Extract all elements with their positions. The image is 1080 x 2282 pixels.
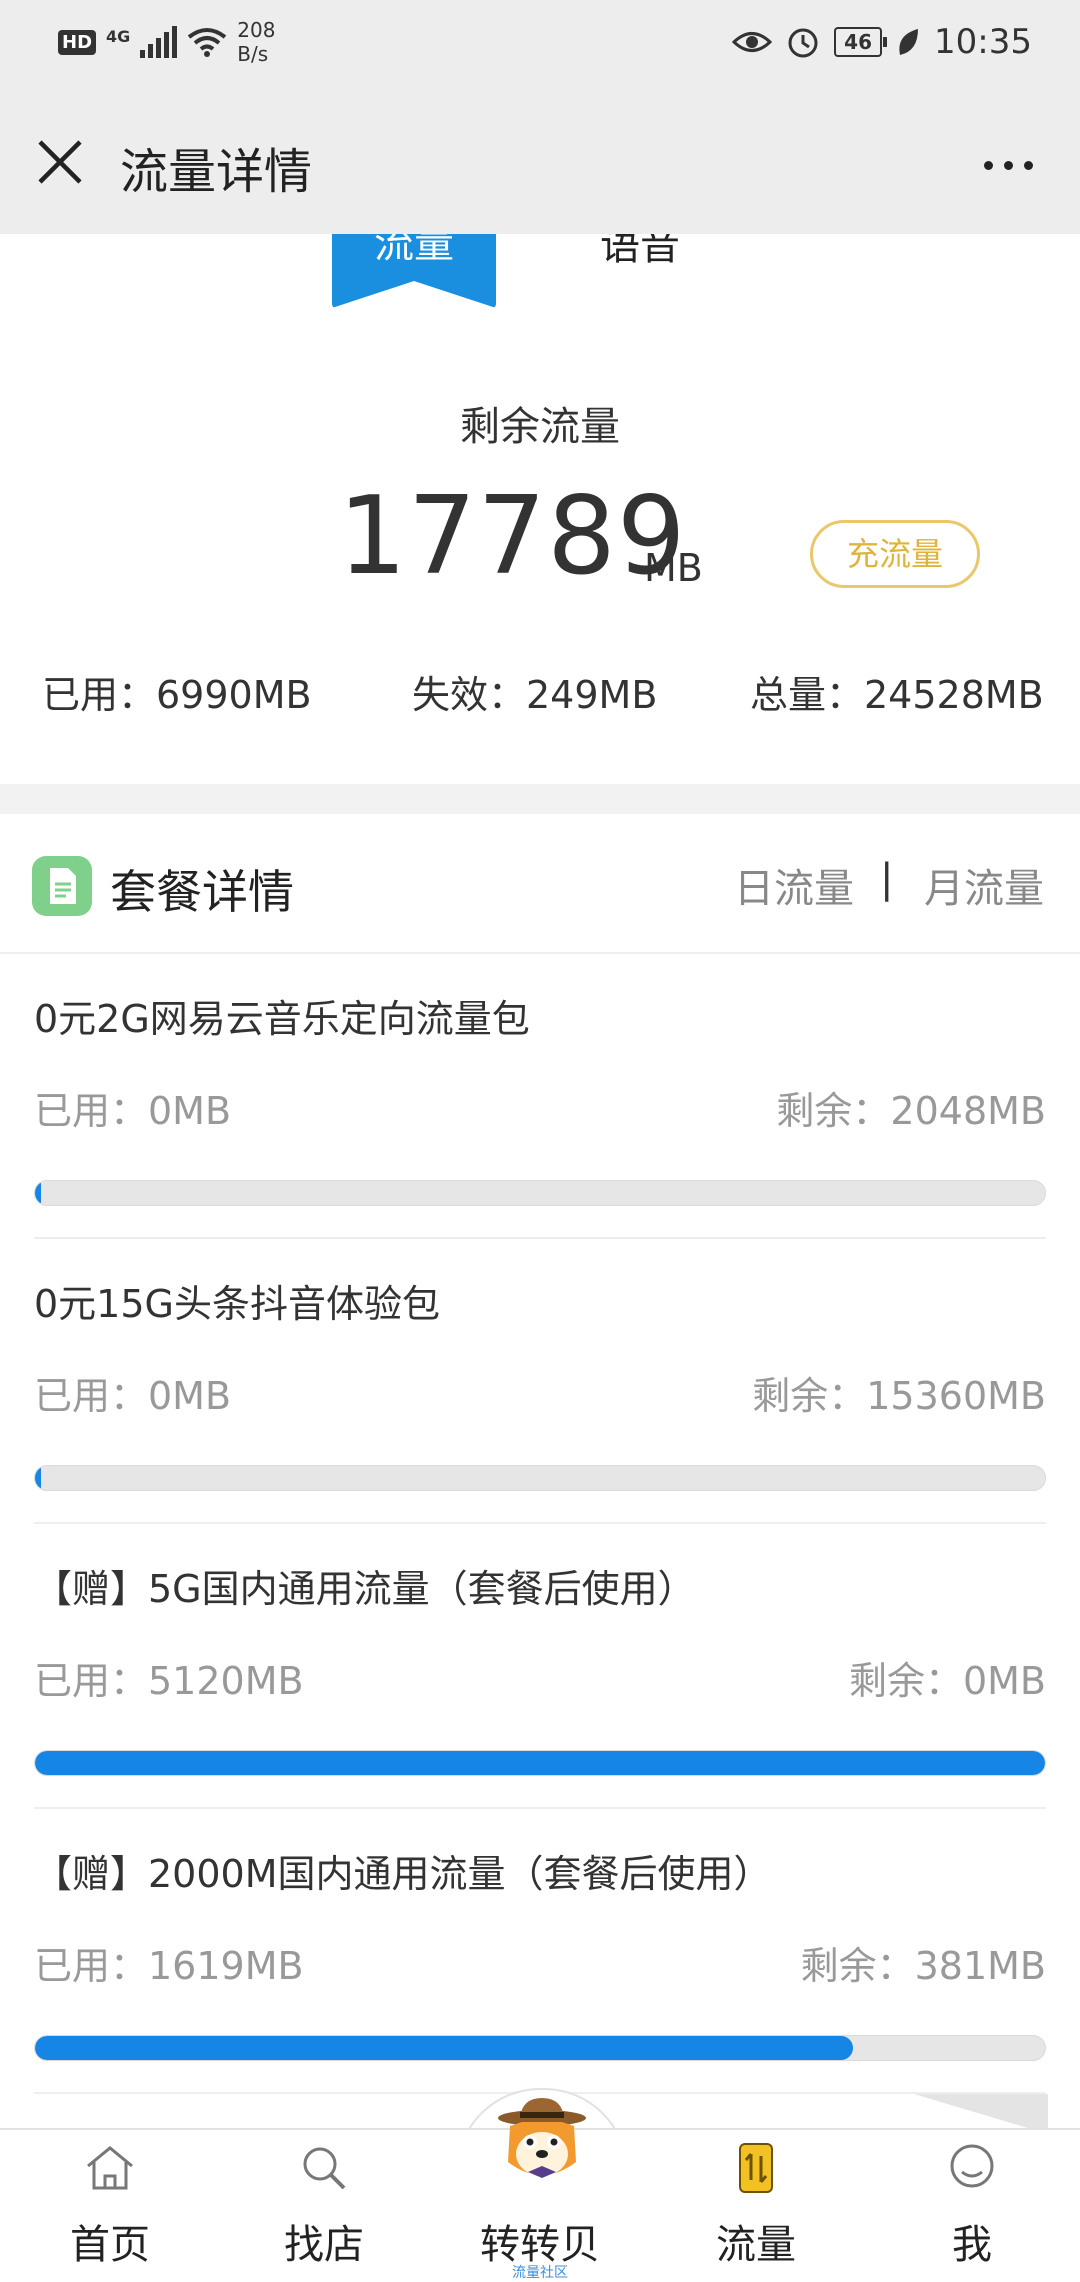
package-item: 0元2G网易云音乐定向流量包 已用：0MB 剩余：2048MB bbox=[34, 952, 1046, 1239]
usage-progress-fill bbox=[35, 1466, 41, 1490]
recharge-button[interactable]: 充流量 bbox=[810, 520, 980, 588]
status-bar: HD 4G 208 B/s 46 10:35 bbox=[0, 0, 1080, 92]
used-stat: 已用：6990MB bbox=[42, 673, 312, 717]
remaining-value: 17789 bbox=[338, 474, 687, 599]
tab-daily-flow[interactable]: 日流量 bbox=[734, 856, 854, 914]
usage-progress-fill bbox=[35, 2036, 854, 2060]
package-name: 【赠】5G国内通用流量（套餐后使用） bbox=[34, 1567, 696, 1611]
package-remaining: 剩余：381MB bbox=[800, 1944, 1046, 1988]
mascot-icon[interactable] bbox=[492, 2096, 592, 2188]
usage-progress-fill bbox=[35, 1181, 41, 1205]
package-item: 【赠】5G国内通用流量（套餐后使用） 已用：5120MB 剩余：0MB bbox=[34, 1522, 1046, 1809]
home-icon bbox=[87, 2146, 133, 2190]
usage-progress-bar bbox=[34, 2035, 1046, 2061]
package-card: 套餐详情 日流量 | 月流量 0元2G网易云音乐定向流量包 已用：0MB 剩余：… bbox=[0, 814, 1080, 2130]
package-title: 套餐详情 bbox=[110, 865, 294, 919]
package-used: 已用：5120MB bbox=[34, 1659, 304, 1703]
summary-card: 流量 语音 剩余流量 17789 MB 充流量 已用：6990MB 失效：249… bbox=[0, 234, 1080, 784]
signal-icon bbox=[140, 26, 178, 58]
tab-voice[interactable]: 语音 bbox=[600, 234, 680, 286]
package-used: 已用：0MB bbox=[34, 1374, 232, 1418]
package-remaining: 剩余：2048MB bbox=[776, 1089, 1046, 1133]
package-header: 套餐详情 日流量 | 月流量 bbox=[0, 814, 1080, 954]
title-bar: 流量详情 bbox=[0, 92, 1080, 235]
hd-badge: HD bbox=[58, 29, 97, 55]
clock: 10:35 bbox=[934, 22, 1032, 62]
nav-item-me[interactable]: 我 bbox=[872, 2130, 1072, 2282]
nav-item-home[interactable]: 首页 bbox=[10, 2130, 210, 2282]
total-stat: 总量：24528MB bbox=[750, 673, 1044, 717]
nav-item-flow[interactable]: 流量 bbox=[656, 2130, 856, 2282]
tab-separator: | bbox=[880, 856, 894, 902]
leaf-icon bbox=[899, 29, 919, 55]
usage-progress-bar bbox=[34, 1750, 1046, 1776]
mascot-caption: 流量社区 bbox=[512, 2265, 568, 2281]
battery-icon: 46 bbox=[834, 27, 887, 57]
tab-monthly-flow[interactable]: 月流量 bbox=[924, 856, 1044, 914]
net-speed: 208 B/s bbox=[237, 18, 276, 66]
usage-progress-fill bbox=[35, 1751, 1045, 1775]
search-icon bbox=[303, 2147, 346, 2190]
user-icon bbox=[950, 2144, 994, 2188]
alarm-icon bbox=[788, 28, 818, 58]
package-item: 【赠】2000M国内通用流量（套餐后使用） 已用：1619MB 剩余：381MB bbox=[34, 1807, 1046, 2094]
close-icon[interactable] bbox=[30, 132, 90, 192]
package-remaining: 剩余：0MB bbox=[848, 1659, 1046, 1703]
package-used: 已用：0MB bbox=[34, 1089, 232, 1133]
page-title: 流量详情 bbox=[120, 144, 313, 200]
nav-item-find-store[interactable]: 找店 bbox=[224, 2130, 424, 2282]
remaining-label: 剩余流量 bbox=[460, 404, 620, 450]
usage-progress-bar bbox=[34, 1465, 1046, 1491]
package-name: 0元2G网易云音乐定向流量包 bbox=[34, 997, 530, 1041]
tab-flow[interactable]: 流量 bbox=[332, 234, 496, 308]
usage-progress-bar bbox=[34, 1180, 1046, 1206]
package-name: 【赠】2000M国内通用流量（套餐后使用） bbox=[34, 1852, 772, 1896]
more-button[interactable] bbox=[976, 150, 1040, 180]
package-item: 0元15G头条抖音体验包 已用：0MB 剩余：15360MB bbox=[34, 1237, 1046, 1524]
eye-icon bbox=[732, 32, 773, 52]
package-name: 0元15G头条抖音体验包 bbox=[34, 1282, 440, 1326]
network-type: 4G bbox=[106, 27, 131, 46]
package-used: 已用：1619MB bbox=[34, 1944, 304, 1988]
wifi-icon bbox=[188, 28, 227, 57]
remaining-unit: MB bbox=[644, 546, 703, 590]
flow-icon bbox=[739, 2143, 773, 2193]
document-icon bbox=[32, 856, 92, 916]
expired-stat: 失效：249MB bbox=[412, 673, 658, 717]
corner-decoration bbox=[914, 2094, 1048, 2130]
package-remaining: 剩余：15360MB bbox=[752, 1374, 1046, 1418]
